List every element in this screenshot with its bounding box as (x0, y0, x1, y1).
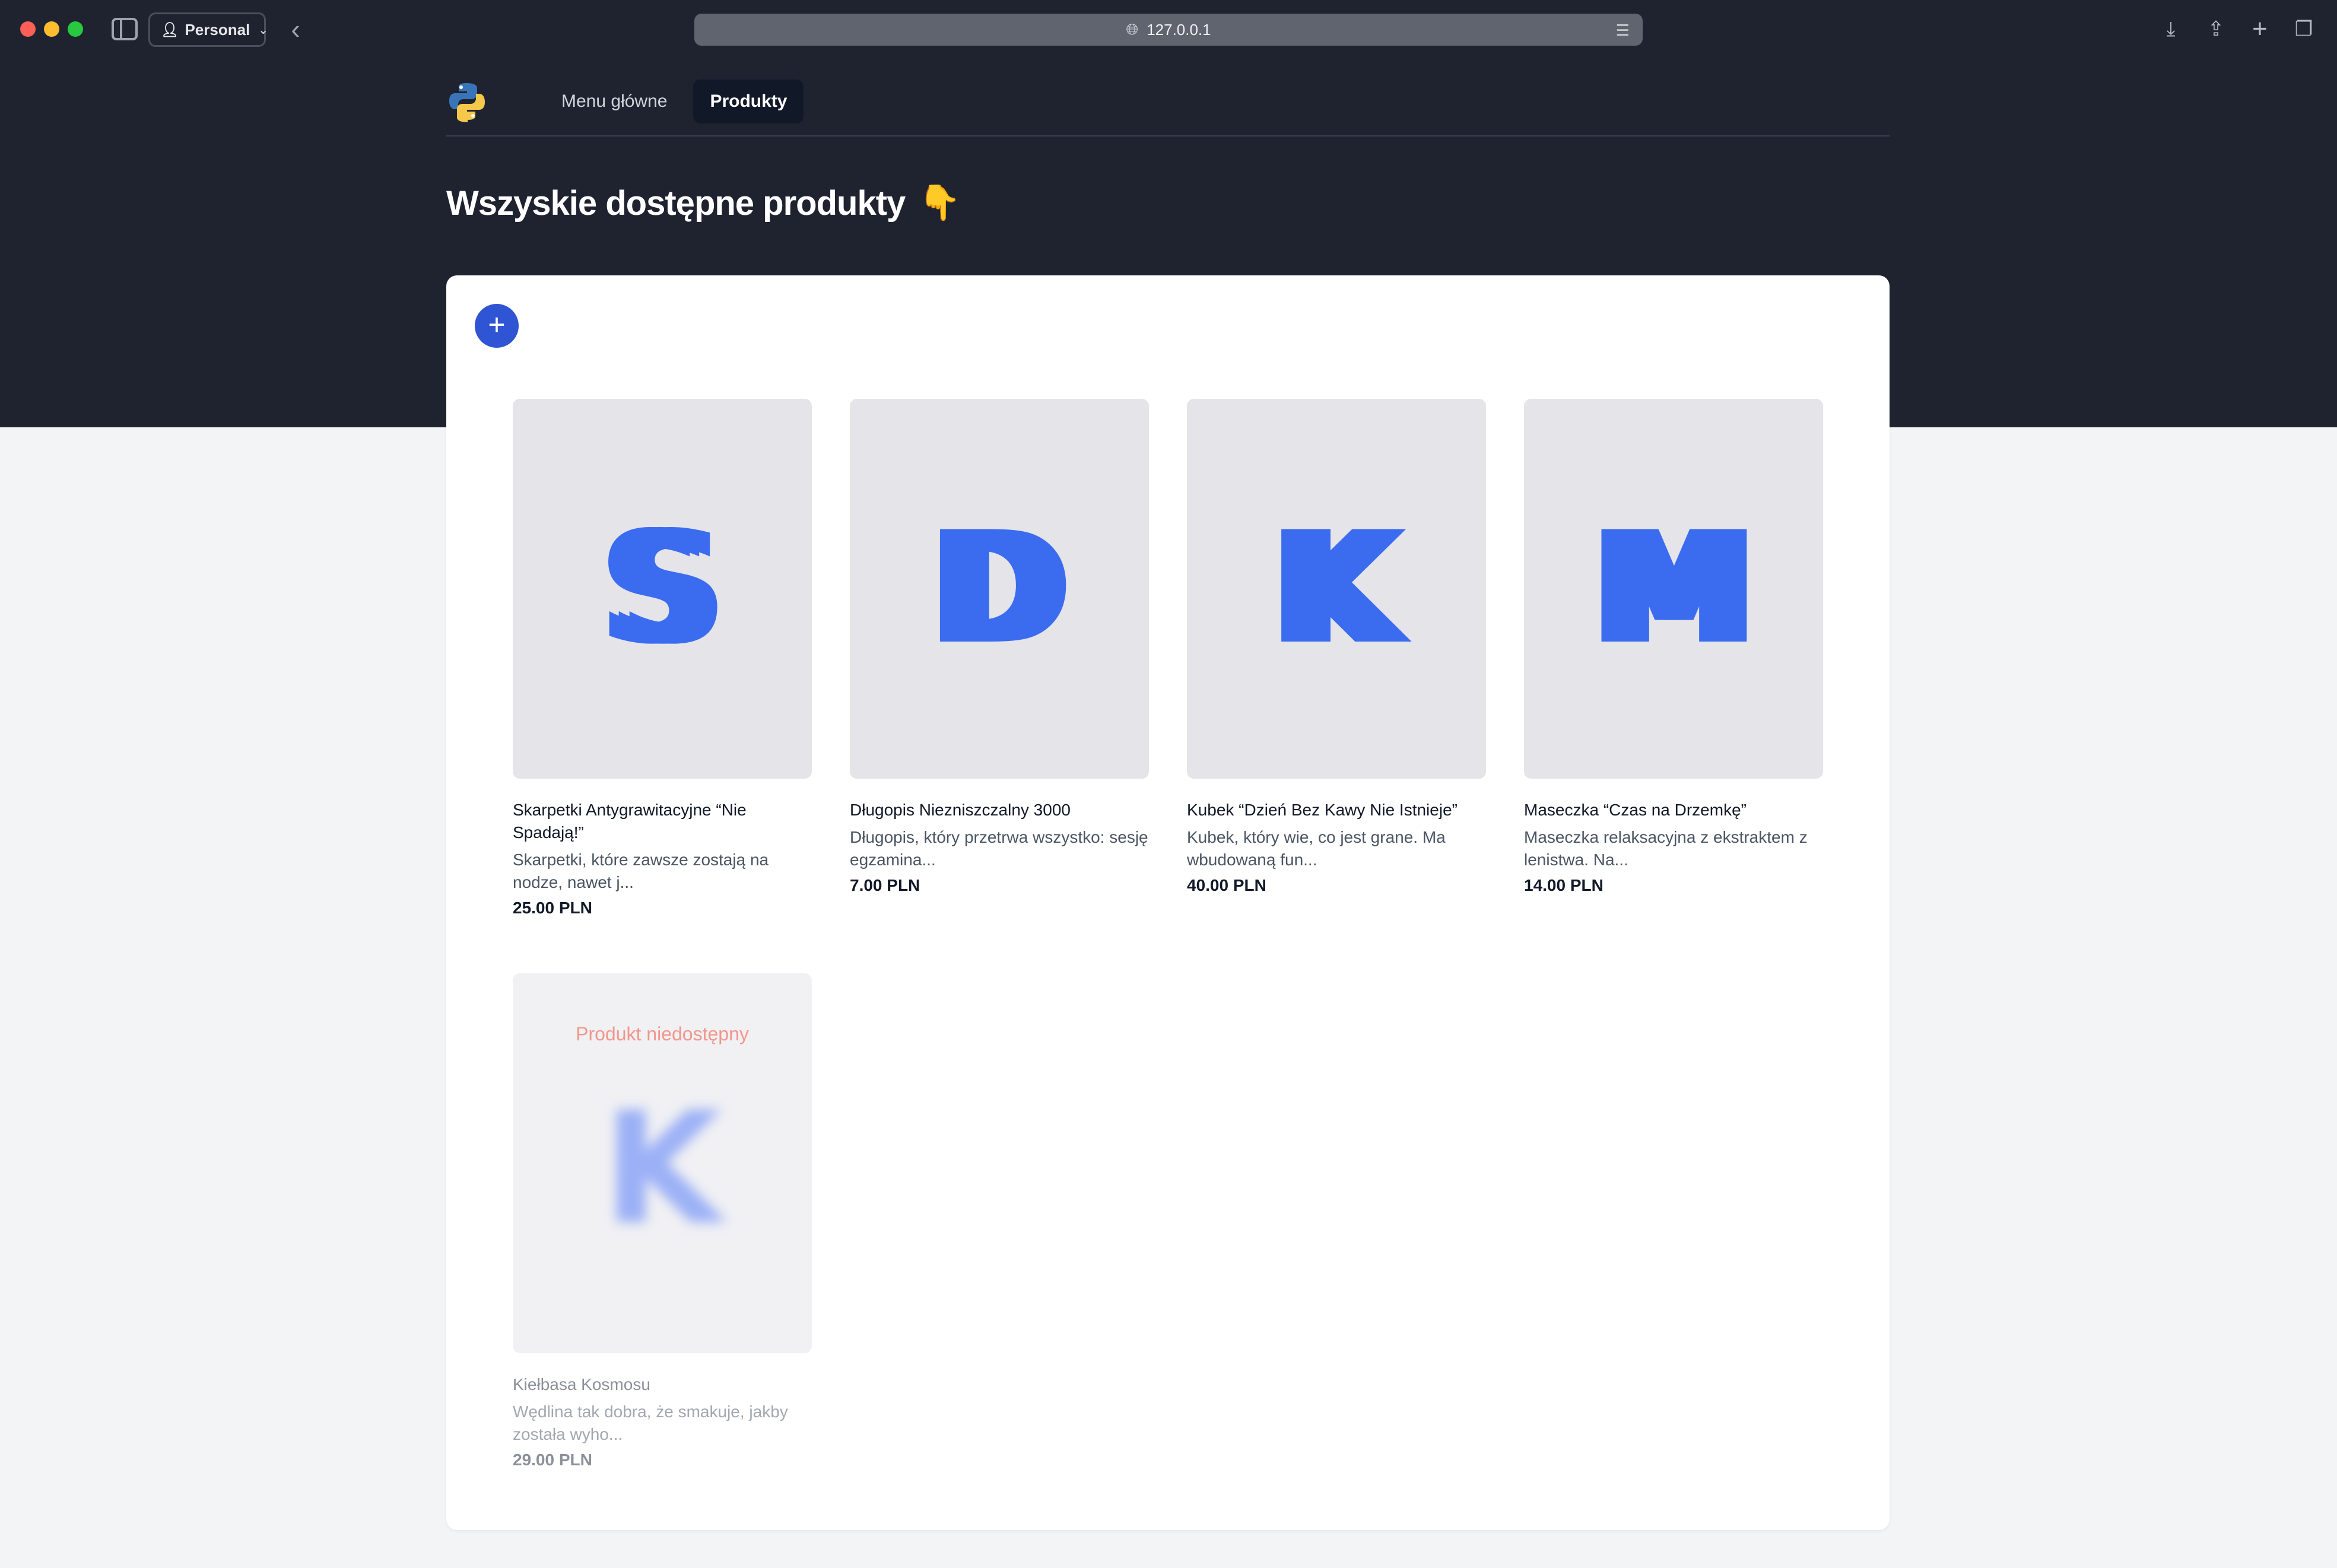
product-price: 40.00 PLN (1187, 876, 1266, 894)
product-name[interactable]: Kiełbasa Kosmosu (513, 1373, 812, 1396)
product-description: Skarpetki, które zawsze zostają na nodze… (513, 850, 769, 891)
product-placeholder-letter: M (1596, 499, 1751, 678)
product-price: 25.00 PLN (513, 899, 592, 917)
product-placeholder-letter: D (935, 499, 1063, 678)
product-image[interactable]: D (850, 399, 1149, 779)
product-card[interactable]: K Kubek “Dzień Bez Kawy Nie Istnieje” Ku… (1187, 399, 1486, 895)
profile-label: Personal (185, 20, 250, 39)
close-window-button[interactable] (20, 21, 36, 37)
main-nav: Menu główne Produkty (446, 76, 1890, 137)
download-icon[interactable]: ⤓ (2158, 15, 2184, 43)
page-title: Wszyskie dostępne produkty 👇 (446, 183, 961, 223)
product-description: Długopis, który przetrwa wszystko: sesję… (850, 828, 1148, 869)
nav-item-menu[interactable]: Menu główne (545, 80, 684, 123)
product-description: Wędlina tak dobra, że smakuje, jakby zos… (513, 1402, 788, 1443)
product-price: 14.00 PLN (1524, 876, 1603, 894)
product-card[interactable]: S Skarpetki Antygrawitacyjne “Nie Spadaj… (513, 399, 812, 918)
product-image[interactable]: Produkt niedostępny K (513, 973, 812, 1353)
product-placeholder-letter: K (602, 1080, 722, 1259)
product-description: Maseczka relaksacyjna z ekstraktem z len… (1524, 828, 1808, 869)
sidebar-toggle-icon[interactable] (112, 18, 138, 40)
product-price: 7.00 PLN (850, 876, 920, 894)
product-placeholder-letter: K (1277, 499, 1396, 678)
products-card: + S Skarpetki Antygrawitacyjne “Nie Spad… (446, 275, 1890, 1530)
python-logo-icon[interactable] (446, 81, 488, 122)
product-card[interactable]: M Maseczka “Czas na Drzemkę” Maseczka re… (1524, 399, 1823, 895)
profile-switcher[interactable]: 👤︎ Personal ⌄ (148, 12, 269, 47)
product-card[interactable]: D Długopis Niezniszczalny 3000 Długopis,… (850, 399, 1149, 895)
product-name[interactable]: Skarpetki Antygrawitacyjne “Nie Spadają!… (513, 799, 812, 844)
minimize-window-button[interactable] (44, 21, 59, 37)
url-text: 127.0.0.1 (1147, 20, 1211, 39)
new-tab-icon[interactable]: + (2247, 14, 2273, 43)
globe-icon: 🌐︎ (1126, 20, 1139, 38)
share-icon[interactable]: ⇪ (2203, 15, 2229, 43)
product-image[interactable]: K (1187, 399, 1486, 779)
chevron-down-icon: ⌄ (258, 23, 269, 37)
address-bar[interactable]: 🌐︎ 127.0.0.1 ☰ (694, 14, 1643, 46)
product-image[interactable]: M (1524, 399, 1823, 779)
product-description: Kubek, który wie, co jest grane. Ma wbud… (1187, 828, 1446, 869)
page-title-text: Wszyskie dostępne produkty (446, 183, 906, 223)
product-name[interactable]: Kubek “Dzień Bez Kawy Nie Istnieje” (1187, 799, 1486, 821)
pointing-down-icon: 👇 (918, 183, 961, 222)
reader-icon[interactable]: ☰ (1616, 21, 1630, 40)
tab-overview-icon[interactable]: ❐ (2291, 15, 2317, 43)
zoom-window-button[interactable] (68, 21, 83, 37)
back-icon[interactable]: ‹ (284, 14, 307, 45)
person-icon: 👤︎ (161, 21, 179, 38)
product-image[interactable]: S (513, 399, 812, 779)
product-name[interactable]: Maseczka “Czas na Drzemkę” (1524, 799, 1823, 821)
nav-item-products[interactable]: Produkty (693, 80, 804, 123)
product-price: 29.00 PLN (513, 1450, 592, 1469)
browser-toolbar: 👤︎ Personal ⌄ ‹ 🌐︎ 127.0.0.1 ☰ ⤓ ⇪ + ❐ (0, 0, 2337, 58)
product-card-unavailable[interactable]: Produkt niedostępny K Kiełbasa Kosmosu W… (513, 973, 812, 1469)
add-product-button[interactable]: + (475, 304, 519, 348)
product-placeholder-letter: S (607, 499, 718, 678)
unavailable-badge: Produkt niedostępny (576, 1023, 749, 1045)
product-name[interactable]: Długopis Niezniszczalny 3000 (850, 799, 1149, 821)
